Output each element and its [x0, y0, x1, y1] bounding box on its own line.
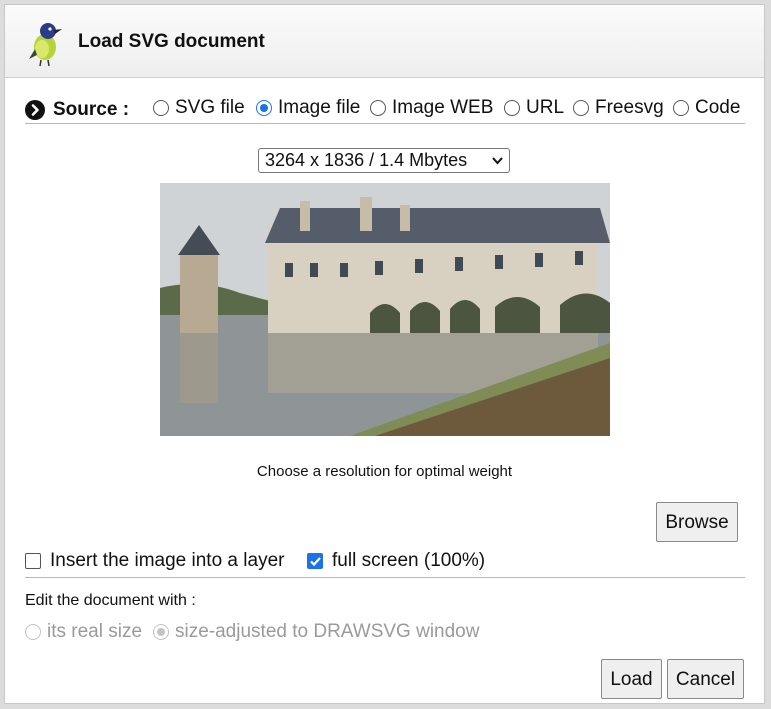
image-preview	[160, 183, 610, 436]
source-label: Source :	[53, 99, 130, 120]
source-option-svg-file[interactable]: SVG file	[153, 95, 245, 121]
real-size-option[interactable]: its real size	[25, 619, 142, 645]
resolution-hint: Choose a resolution for optimal weight	[256, 463, 513, 480]
size-adjusted-option[interactable]: size-adjusted to DRAWSVG window	[153, 619, 479, 645]
source-option-image-file[interactable]: Image file	[256, 95, 360, 121]
dialog-titlebar: Load SVG document	[5, 5, 764, 78]
source-option-url[interactable]: URL	[504, 95, 564, 121]
radio-image-file[interactable]	[256, 100, 272, 116]
browse-button[interactable]: Browse	[656, 502, 738, 542]
source-option-freesvg[interactable]: Freesvg	[573, 95, 664, 121]
cancel-button[interactable]: Cancel	[667, 659, 744, 699]
dialog-title: Load SVG document	[78, 31, 265, 52]
radio-svg-file[interactable]	[153, 100, 169, 116]
radio-real-size[interactable]	[25, 624, 41, 640]
load-button[interactable]: Load	[601, 659, 662, 699]
source-option-image-web[interactable]: Image WEB	[370, 95, 493, 121]
radio-freesvg[interactable]	[573, 100, 589, 116]
chevron-down-icon	[492, 157, 503, 165]
radio-size-adjusted[interactable]	[153, 624, 169, 640]
insert-layer-option[interactable]: Insert the image into a layer	[25, 549, 284, 573]
divider	[25, 577, 745, 578]
chevron-right-circle-icon	[25, 100, 45, 120]
checkmark-icon	[310, 557, 321, 567]
source-option-code[interactable]: Code	[673, 95, 740, 121]
full-screen-option[interactable]: full screen (100%)	[307, 549, 485, 573]
radio-image-web[interactable]	[370, 100, 386, 116]
radio-url[interactable]	[504, 100, 520, 116]
radio-code[interactable]	[673, 100, 689, 116]
source-row: Source : SVG file Image file Image WEB U…	[25, 91, 745, 124]
load-svg-dialog: Load SVG document Source : SVG file Imag…	[4, 4, 765, 704]
edit-label: Edit the document with :	[25, 592, 196, 609]
insert-layer-checkbox[interactable]	[25, 553, 41, 569]
resolution-select[interactable]: 3264 x 1836 / 1.4 Mbytes	[258, 148, 510, 173]
full-screen-checkbox[interactable]	[307, 553, 323, 569]
bird-logo-icon	[29, 23, 62, 67]
